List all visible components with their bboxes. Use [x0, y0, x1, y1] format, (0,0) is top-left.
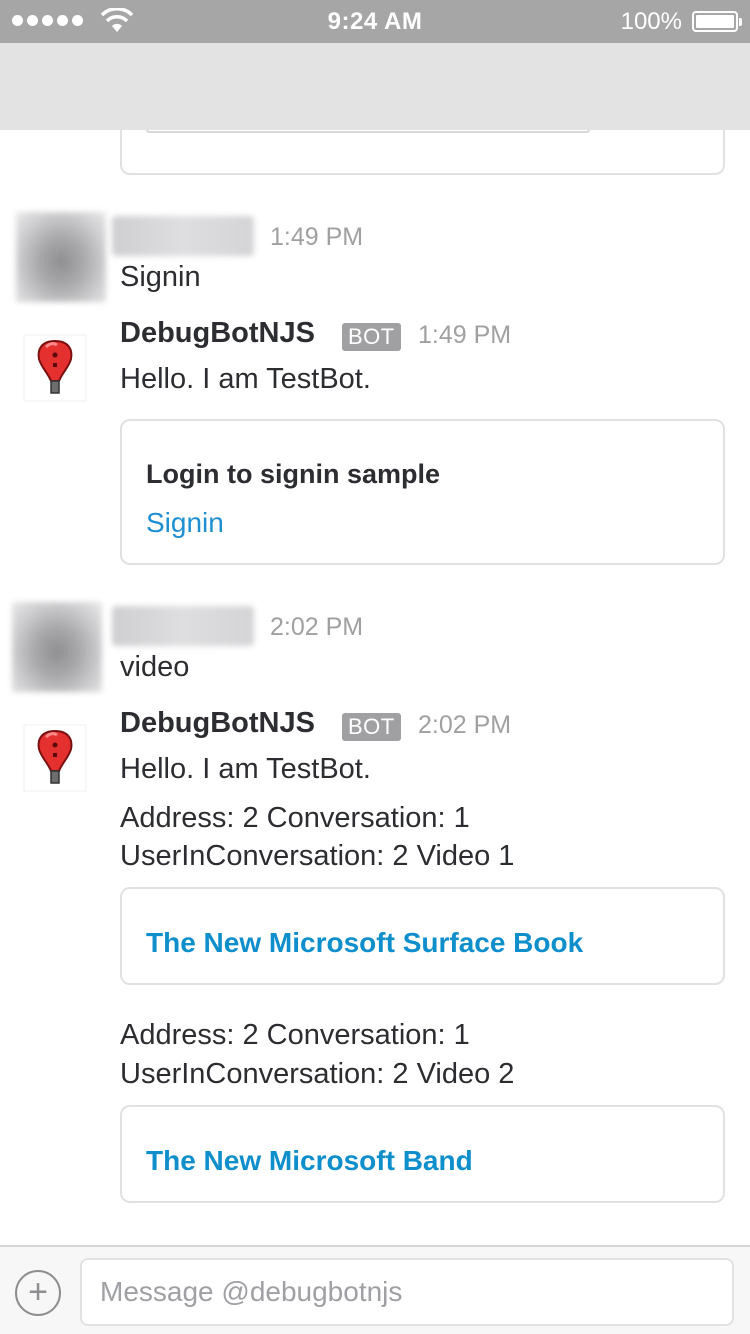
status-bar: 9:24 AM 100%	[0, 0, 750, 43]
nav-bar	[0, 43, 750, 130]
user-name[interactable]	[112, 606, 254, 646]
message-composer: +	[0, 1245, 750, 1334]
user-name[interactable]	[112, 216, 254, 256]
bot-badge: BOT	[342, 713, 401, 741]
attachment-text: Address: 2 Conversation: 1	[120, 802, 470, 834]
attachment-text: Address: 2 Conversation: 1	[120, 1019, 470, 1051]
message-text: video	[120, 651, 190, 683]
attachment-text: UserInConversation: 2 Video 1	[120, 840, 515, 872]
message-time: 1:49 PM	[418, 321, 512, 349]
message-time: 2:02 PM	[270, 613, 364, 641]
attachment-text: UserInConversation: 2 Video 2	[120, 1058, 515, 1090]
video-card: The New Microsoft Surface Book	[120, 887, 725, 985]
bot-name[interactable]: DebugBotNJS	[120, 317, 315, 350]
bot-avatar[interactable]	[20, 723, 90, 793]
signin-card-title: Login to signin sample	[146, 459, 441, 489]
user-avatar[interactable]	[16, 212, 106, 302]
message-text: Hello. I am TestBot.	[120, 363, 371, 395]
user-avatar[interactable]	[12, 602, 102, 692]
message-time: 1:49 PM	[270, 223, 364, 251]
message-input[interactable]	[80, 1258, 734, 1326]
signin-button[interactable]: Signin	[146, 507, 224, 539]
battery-icon	[692, 11, 742, 32]
previous-card-button[interactable]	[146, 130, 590, 133]
video-link[interactable]: The New Microsoft Surface Book	[146, 927, 583, 959]
signin-card: Login to signin sample Signin	[120, 419, 725, 565]
battery-percent: 100%	[620, 8, 682, 35]
message-text: Signin	[120, 261, 201, 293]
plus-icon[interactable]: +	[15, 1270, 61, 1316]
video-card: The New Microsoft Band	[120, 1105, 725, 1203]
video-link[interactable]: The New Microsoft Band	[146, 1145, 473, 1177]
message-list[interactable]: 1:49 PM Signin DebugBotNJS BOT 1:49 PM H…	[0, 130, 750, 1245]
previous-card	[120, 130, 725, 175]
message-text: Hello. I am TestBot.	[120, 753, 371, 785]
message-time: 2:02 PM	[418, 711, 512, 739]
bot-name[interactable]: DebugBotNJS	[120, 707, 315, 740]
bot-badge: BOT	[342, 323, 401, 351]
bot-avatar[interactable]	[20, 333, 90, 403]
